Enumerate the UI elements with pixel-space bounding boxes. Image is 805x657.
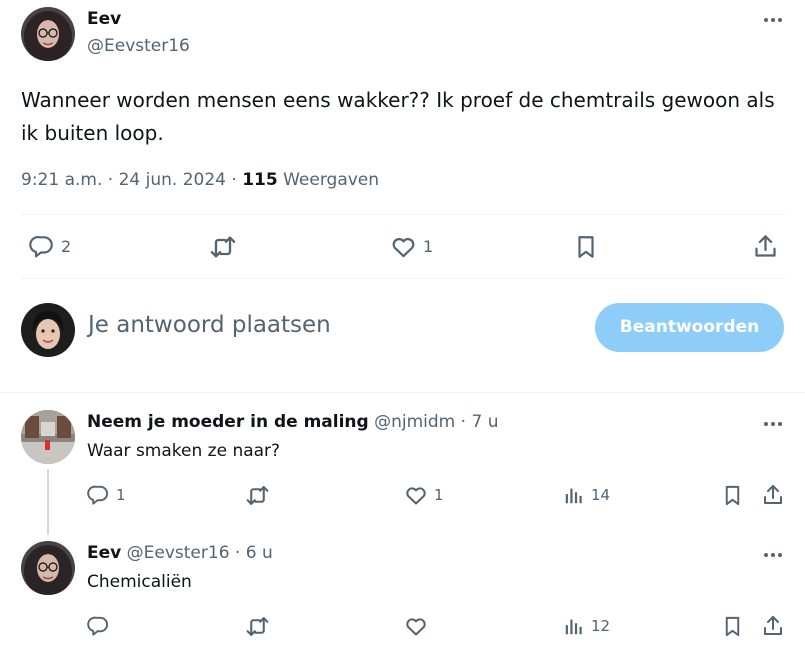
reply-submit-button[interactable]: Beantwoorden xyxy=(595,303,784,352)
reply-author-name[interactable]: Neem je moeder in de maling xyxy=(87,412,369,432)
share-button[interactable] xyxy=(761,614,785,638)
author-handle[interactable]: @Eevster16 xyxy=(87,36,190,56)
retweet-button[interactable] xyxy=(245,614,270,639)
reply-icon xyxy=(87,614,110,637)
like-count: 1 xyxy=(434,486,444,504)
divider xyxy=(21,278,786,279)
meta-separator: · xyxy=(234,543,241,563)
reply-author-name[interactable]: Eev xyxy=(87,543,121,563)
share-icon xyxy=(761,614,785,638)
more-icon[interactable] xyxy=(764,17,786,23)
retweet-icon xyxy=(209,233,237,261)
views-count: 115 xyxy=(242,170,278,190)
bookmark-icon xyxy=(721,483,744,508)
like-button[interactable]: 1 xyxy=(390,233,433,260)
reply-author-handle[interactable]: @njmidm xyxy=(374,412,455,432)
share-button[interactable] xyxy=(752,233,779,260)
bookmark-button[interactable] xyxy=(721,483,744,508)
bookmark-button[interactable] xyxy=(573,233,599,261)
reply-header: Eev @Eevster16 · 6 u xyxy=(87,543,273,563)
like-button[interactable] xyxy=(404,614,428,638)
reply-button[interactable]: 2 xyxy=(29,233,71,259)
share-icon xyxy=(752,233,779,260)
reply-icon xyxy=(87,483,110,506)
bookmark-icon xyxy=(573,233,599,261)
reply-age[interactable]: 7 u xyxy=(471,412,498,432)
like-icon xyxy=(390,233,417,260)
meta-separator: · xyxy=(107,170,114,190)
post-date[interactable]: 24 jun. 2024 xyxy=(119,170,226,190)
reply-author-avatar[interactable] xyxy=(21,541,75,595)
views-icon xyxy=(563,615,585,637)
views-count: 14 xyxy=(591,486,611,504)
views-count: 12 xyxy=(591,617,611,635)
reply-author-handle[interactable]: @Eevster16 xyxy=(127,543,230,563)
retweet-icon xyxy=(245,483,270,508)
reply-text: Waar smaken ze naar? xyxy=(87,441,281,461)
user-avatar[interactable] xyxy=(21,303,75,357)
bookmark-icon xyxy=(721,614,744,639)
post-meta: 9:21 a.m. · 24 jun. 2024 · 115 Weergaven xyxy=(21,170,379,190)
author-name[interactable]: Eev xyxy=(87,9,121,29)
share-button[interactable] xyxy=(761,483,785,507)
retweet-button[interactable] xyxy=(245,483,270,508)
like-icon xyxy=(404,614,428,638)
views-button[interactable]: 12 xyxy=(563,615,610,637)
like-icon xyxy=(404,483,428,507)
divider xyxy=(21,214,786,215)
reply-icon xyxy=(29,233,55,259)
thread-line xyxy=(47,469,49,535)
reply-count: 1 xyxy=(116,485,126,504)
meta-separator: · xyxy=(460,412,467,432)
bookmark-button[interactable] xyxy=(721,614,744,639)
share-icon xyxy=(761,483,785,507)
views-label: Weergaven xyxy=(283,170,380,190)
reply-text: Chemicaliën xyxy=(87,572,192,592)
reply-header: Neem je moeder in de maling @njmidm · 7 … xyxy=(87,412,498,432)
views-button[interactable]: 14 xyxy=(563,484,610,506)
like-button[interactable]: 1 xyxy=(404,483,444,507)
retweet-button[interactable] xyxy=(209,233,237,261)
more-icon[interactable] xyxy=(764,421,786,427)
reply-button[interactable]: 1 xyxy=(87,483,126,506)
reply-count: 2 xyxy=(61,236,72,256)
author-avatar[interactable] xyxy=(21,7,75,61)
views-icon xyxy=(563,484,585,506)
reply-author-avatar[interactable] xyxy=(21,410,75,464)
more-icon[interactable] xyxy=(764,552,786,558)
like-count: 1 xyxy=(423,237,434,256)
retweet-icon xyxy=(245,614,270,639)
reply-button[interactable] xyxy=(87,614,110,637)
divider xyxy=(0,392,805,393)
post-time[interactable]: 9:21 a.m. xyxy=(21,170,102,190)
meta-separator: · xyxy=(231,170,237,190)
post-text: Wanneer worden mensen eens wakker?? Ik p… xyxy=(21,88,775,145)
reply-age[interactable]: 6 u xyxy=(246,543,273,563)
reply-input[interactable]: Je antwoord plaatsen xyxy=(88,312,331,338)
